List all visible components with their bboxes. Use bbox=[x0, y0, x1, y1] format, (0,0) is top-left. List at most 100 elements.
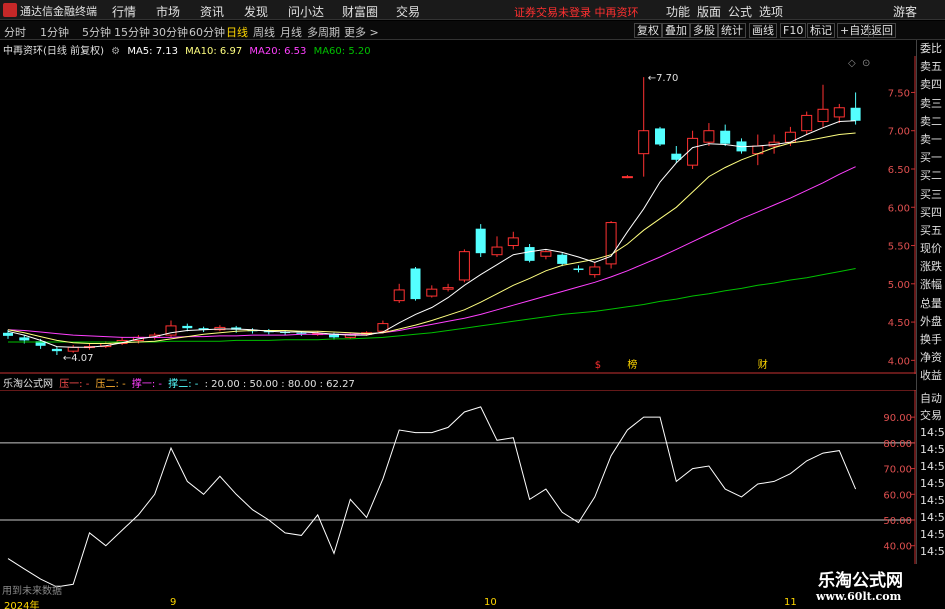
period-monthly[interactable]: 月线 bbox=[280, 24, 302, 40]
period-multi[interactable]: 多周期 bbox=[307, 24, 340, 40]
side-lower-item[interactable]: 14:56 bbox=[917, 424, 945, 441]
side-item[interactable]: 涨幅 bbox=[917, 276, 945, 294]
ma20-line bbox=[7, 166, 856, 338]
period-60min[interactable]: 60分钟 bbox=[189, 24, 225, 40]
side-lower-item[interactable]: 14:56 bbox=[917, 526, 945, 543]
event-mark: 榜 bbox=[627, 358, 637, 371]
side-lower-item[interactable]: 14:56 bbox=[917, 509, 945, 526]
price-tick-label: 7.00 bbox=[888, 127, 910, 138]
indicator-levels: : 20.00 : 50.00 : 80.00 : 62.27 bbox=[204, 379, 355, 390]
period-bar: 分时 1分钟 5分钟 15分钟 30分钟 60分钟 日线 周线 月线 多周期 更… bbox=[0, 21, 945, 40]
x-label-10: 10 bbox=[484, 597, 497, 608]
osc-tick-label: 80.00 bbox=[883, 439, 912, 450]
side-item[interactable]: 买五 bbox=[917, 222, 945, 240]
event-mark: 财 bbox=[758, 358, 768, 371]
side-item[interactable]: 卖二 bbox=[917, 113, 945, 131]
osc-tick-label: 40.00 bbox=[883, 542, 912, 553]
candle-body-up bbox=[687, 137, 699, 166]
watermark: 乐淘公式网 www.60lt.com bbox=[796, 564, 945, 609]
menu-jiaoyi[interactable]: 交易 bbox=[396, 3, 420, 20]
side-lower-item[interactable]: 14:56 bbox=[917, 543, 945, 560]
side-item[interactable]: 卖四 bbox=[917, 76, 945, 94]
period-weekly[interactable]: 周线 bbox=[253, 24, 275, 40]
side-item[interactable]: 买四 bbox=[917, 204, 945, 222]
candle-body-down bbox=[671, 153, 682, 160]
candle-body-up bbox=[817, 108, 829, 123]
period-30min[interactable]: 30分钟 bbox=[152, 24, 188, 40]
event-mark: $ bbox=[595, 360, 601, 371]
side-item[interactable]: 买二 bbox=[917, 167, 945, 185]
menu-gongneng[interactable]: 功能 bbox=[666, 3, 690, 20]
candle-body-up bbox=[442, 287, 454, 290]
candle-body-down bbox=[655, 128, 665, 145]
quote-side-panel: 委比 卖五 卖四 卖三 卖二 卖一 买一 买二 买三 买四 买五 现价 涨跌 涨幅 总量 外盘 换手 净资 收益 自… bbox=[916, 40, 945, 609]
tool-huaxian[interactable]: 画线 bbox=[749, 23, 777, 38]
side-item[interactable]: 卖五 bbox=[917, 58, 945, 76]
menu-banmian[interactable]: 版面 bbox=[697, 3, 721, 20]
price-tick-label: 6.50 bbox=[888, 165, 910, 176]
candle-body-down bbox=[19, 337, 30, 341]
candle-body-down bbox=[850, 107, 861, 121]
candle-body-down bbox=[410, 268, 421, 300]
oscillator-line bbox=[7, 406, 857, 588]
side-lower-item[interactable]: 14:56 bbox=[917, 475, 945, 492]
tool-tongji[interactable]: 统计 bbox=[718, 23, 746, 38]
side-item[interactable]: 买一 bbox=[917, 149, 945, 167]
tool-duogu[interactable]: 多股 bbox=[690, 23, 718, 38]
side-item[interactable]: 净资 bbox=[917, 349, 945, 367]
side-lower-item[interactable]: 14:56 bbox=[917, 441, 945, 458]
candle-body-up bbox=[703, 130, 715, 143]
guest-label[interactable]: 游客 bbox=[893, 3, 917, 20]
tool-diejia[interactable]: 叠加 bbox=[662, 23, 690, 38]
app-logo-icon bbox=[3, 3, 17, 17]
period-5min[interactable]: 5分钟 bbox=[82, 24, 111, 40]
menu-caifuquan[interactable]: 财富圈 bbox=[342, 3, 378, 20]
period-1min[interactable]: 1分钟 bbox=[40, 24, 69, 40]
side-item[interactable]: 总量 bbox=[917, 295, 945, 313]
menu-shichang[interactable]: 市场 bbox=[156, 3, 180, 20]
side-lower-item[interactable]: 14:56 bbox=[917, 492, 945, 509]
period-more[interactable]: 更多 > bbox=[344, 24, 379, 40]
side-lower-item[interactable]: 14:56 bbox=[917, 458, 945, 475]
oscillator-chart[interactable]: 90.00 80.00 70.00 60.00 50.00 40.00 bbox=[0, 390, 916, 596]
indicator-s2: 撑二: - bbox=[168, 379, 199, 390]
tool-f10[interactable]: F10 bbox=[780, 23, 807, 38]
indicator-name: 乐淘公式网 bbox=[3, 379, 53, 390]
candle-body-up bbox=[507, 237, 519, 247]
side-item[interactable]: 现价 bbox=[917, 240, 945, 258]
side-item[interactable]: 涨跌 bbox=[917, 258, 945, 276]
candle-body-up bbox=[621, 176, 633, 179]
period-15min[interactable]: 15分钟 bbox=[114, 24, 150, 40]
side-item[interactable]: 外盘 bbox=[917, 313, 945, 331]
login-alert[interactable]: 证券交易未登录 中再资环 bbox=[514, 4, 639, 20]
tool-biaoji[interactable]: 标记 bbox=[807, 23, 835, 38]
diamond-icon: ◇ bbox=[848, 58, 856, 69]
menu-hangqing[interactable]: 行情 bbox=[112, 3, 136, 20]
candle-body-up bbox=[393, 289, 405, 302]
menu-zixun[interactable]: 资讯 bbox=[200, 3, 224, 20]
sub-chart-legend: 乐淘公式网 压一: - 压二: - 撑一: - 撑二: - : 20.00 : … bbox=[0, 375, 358, 390]
side-item[interactable]: 换手 bbox=[917, 331, 945, 349]
price-tick-label: 5.00 bbox=[888, 280, 910, 291]
side-item[interactable]: 卖三 bbox=[917, 95, 945, 113]
menu-gongshi[interactable]: 公式 bbox=[728, 3, 752, 20]
side-lower-item[interactable]: 交易 bbox=[917, 407, 945, 424]
tool-back[interactable]: 返回 bbox=[868, 23, 896, 38]
side-item[interactable]: 委比 bbox=[917, 40, 945, 58]
period-fenshi[interactable]: 分时 bbox=[4, 24, 26, 40]
side-item[interactable]: 卖一 bbox=[917, 131, 945, 149]
side-lower-item[interactable]: 自动 bbox=[917, 390, 945, 407]
candle-body-up bbox=[833, 107, 845, 118]
side-item[interactable]: 收益 bbox=[917, 367, 945, 385]
candlestick-chart[interactable]: 7.50 7.00 6.50 6.00 5.50 5.00 4.50 4.00 ←7.70 ←4.… bbox=[0, 56, 916, 374]
period-daily[interactable]: 日线 bbox=[226, 24, 248, 40]
side-item[interactable]: 买三 bbox=[917, 186, 945, 204]
menu-faxian[interactable]: 发现 bbox=[244, 3, 268, 20]
menu-xuanxiang[interactable]: 选项 bbox=[759, 3, 783, 20]
low-price-label: ←4.07 bbox=[63, 353, 94, 364]
osc-tick-label: 70.00 bbox=[883, 465, 912, 476]
menu-wenxiaoda[interactable]: 问小达 bbox=[288, 3, 324, 20]
ma60-line bbox=[8, 268, 856, 343]
tool-fuquan[interactable]: 复权 bbox=[634, 23, 662, 38]
price-tick-label: 5.50 bbox=[888, 242, 910, 253]
